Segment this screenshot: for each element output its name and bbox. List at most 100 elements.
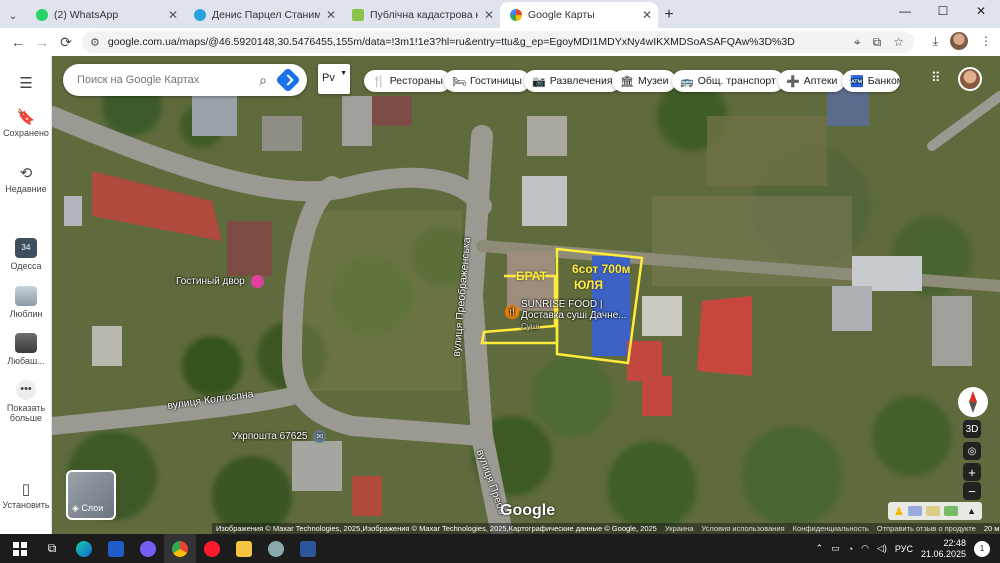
word-icon[interactable] bbox=[292, 534, 324, 563]
close-tab-icon[interactable]: ✕ bbox=[642, 8, 652, 22]
chip-entertainment[interactable]: 📷 Развлечения bbox=[524, 70, 621, 92]
system-tray: ⌃ ▭ ◔ ◠ ◁) РУС 22:48 21.06.2025 1 bbox=[816, 534, 990, 563]
mail-pin-icon: ✉ bbox=[313, 430, 327, 443]
download-icon[interactable]: ⤓ bbox=[933, 34, 938, 49]
location-icon[interactable]: ⌖ bbox=[854, 35, 861, 50]
back-icon[interactable]: ← bbox=[6, 34, 30, 50]
sidebar-item-more[interactable]: ••• Показать больше bbox=[0, 380, 52, 423]
opera-icon[interactable] bbox=[196, 534, 228, 563]
app-icon[interactable] bbox=[260, 534, 292, 563]
chip-hotels[interactable]: 🛏 Гостиницы bbox=[444, 70, 530, 92]
network-icon[interactable]: ◔ bbox=[848, 544, 853, 554]
star-icon[interactable]: ☆ bbox=[893, 35, 904, 50]
zoom-in-button[interactable]: + bbox=[963, 463, 981, 481]
maximize-icon[interactable]: ☐ bbox=[924, 4, 962, 18]
sidebar-item-lyubash[interactable]: Любаш... bbox=[0, 333, 52, 366]
store-icon[interactable] bbox=[100, 534, 132, 563]
layers-button[interactable]: ◈ Слои bbox=[66, 470, 116, 520]
directions-icon[interactable] bbox=[275, 67, 301, 93]
plot-label-size: 6сот 700м bbox=[572, 262, 631, 276]
tab-search-icon[interactable]: ⌄ bbox=[0, 4, 26, 28]
toolbar-right: ⤓ ⋮ bbox=[933, 32, 992, 50]
imagery-credit: Изображения © Maxar Technologies, 2025,И… bbox=[216, 524, 657, 533]
cadastre-icon bbox=[352, 9, 364, 21]
task-view-icon[interactable]: ⧉ bbox=[36, 534, 68, 563]
volume-icon[interactable]: ◁) bbox=[877, 543, 887, 554]
tab-telegram[interactable]: Денис Парцел Станимак ✕ bbox=[184, 2, 342, 28]
terrain-thumb[interactable] bbox=[907, 506, 922, 516]
chip-restaurants[interactable]: 🍴 Рестораны bbox=[364, 70, 451, 92]
new-tab-icon[interactable]: + bbox=[658, 2, 680, 28]
scale-bar[interactable]: 20 м bbox=[984, 524, 1000, 533]
notifications-icon[interactable]: 1 bbox=[974, 540, 990, 557]
tab-whatsapp[interactable]: (2) WhatsApp ✕ bbox=[26, 2, 184, 28]
start-button[interactable] bbox=[4, 534, 36, 563]
sidebar-item-saved[interactable]: 🔖 Сохранено bbox=[0, 108, 52, 138]
pegman-icon[interactable]: ♟ bbox=[894, 505, 904, 518]
battery-icon[interactable]: ▭ bbox=[831, 543, 840, 554]
poi-gostinyi-dvor[interactable]: Гостиный двор bbox=[176, 275, 264, 288]
biking-thumb[interactable] bbox=[943, 506, 958, 516]
privacy-link[interactable]: Конфиденциальность bbox=[793, 524, 869, 533]
close-tab-icon[interactable]: ✕ bbox=[168, 8, 178, 22]
file-explorer-icon[interactable] bbox=[228, 534, 260, 563]
chip-transit[interactable]: 🚌 Общ. транспорт bbox=[672, 70, 784, 92]
wifi-icon[interactable]: ◠ bbox=[861, 543, 869, 554]
compass-icon[interactable] bbox=[958, 387, 988, 417]
site-info-icon[interactable]: ⚙ bbox=[90, 36, 100, 49]
language-selector[interactable]: Рv ▼ bbox=[318, 64, 350, 94]
expand-up-icon[interactable]: ▲ bbox=[967, 506, 976, 516]
tab-cadastre[interactable]: Публічна кадастрова карта Украї ✕ bbox=[342, 2, 500, 28]
sidebar-item-lublin[interactable]: Люблин bbox=[0, 286, 52, 319]
chip-pharmacies[interactable]: ➕ Аптеки bbox=[778, 70, 846, 92]
poi-label-line3: Суші bbox=[521, 322, 539, 331]
my-location-icon[interactable]: ◎ bbox=[963, 442, 981, 460]
kebab-menu-icon[interactable]: ⋮ bbox=[980, 34, 992, 48]
search-input[interactable] bbox=[77, 74, 237, 86]
sidebar-item-recent[interactable]: ⟲ Недавние bbox=[0, 164, 52, 194]
input-language[interactable]: РУС bbox=[895, 544, 913, 554]
close-window-icon[interactable]: ✕ bbox=[962, 4, 1000, 18]
minimize-icon[interactable]: — bbox=[886, 4, 924, 18]
edge-icon[interactable] bbox=[68, 534, 100, 563]
account-avatar[interactable] bbox=[958, 67, 982, 91]
sidebar-item-install[interactable]: ▯ Установить bbox=[0, 480, 52, 510]
chip-label: Музеи bbox=[637, 75, 669, 87]
clock[interactable]: 22:48 21.06.2025 bbox=[921, 538, 966, 560]
show-hidden-icons[interactable]: ⌃ bbox=[816, 543, 824, 554]
3d-toggle-button[interactable]: 3D bbox=[963, 420, 981, 438]
address-bar[interactable]: ⚙ google.com.ua/maps/@46.5920148,30.5476… bbox=[82, 31, 914, 53]
forward-icon[interactable]: → bbox=[30, 34, 54, 50]
atm-icon: 🏧 bbox=[850, 75, 864, 88]
reload-icon[interactable]: ⟳ bbox=[54, 34, 78, 51]
menu-icon[interactable]: ☰ bbox=[0, 74, 52, 94]
map-type-strip[interactable]: ♟ ▲ bbox=[888, 502, 982, 520]
search-box: ⌕ bbox=[63, 64, 307, 96]
chip-atms[interactable]: 🏧Банкома bbox=[842, 70, 900, 92]
apps-grid-icon[interactable]: ⠿ bbox=[931, 70, 941, 86]
install-app-icon[interactable]: ⧉ bbox=[873, 35, 882, 50]
tab-google-maps[interactable]: Google Карты ✕ bbox=[500, 2, 658, 28]
feedback-link[interactable]: Отправить отзыв о продукте bbox=[877, 524, 976, 533]
chrome-icon[interactable] bbox=[164, 534, 196, 563]
poi-sunrise-food[interactable]: 🍴 SUNRISE FOOD | Доставка суші Дачне... … bbox=[505, 299, 627, 332]
close-tab-icon[interactable]: ✕ bbox=[484, 8, 494, 22]
pharmacy-icon: ➕ bbox=[786, 75, 800, 88]
sidebar-item-label: Показать больше bbox=[6, 403, 46, 423]
close-tab-icon[interactable]: ✕ bbox=[326, 8, 336, 22]
museum-icon: 🏛 bbox=[620, 75, 634, 88]
poi-label: Гостиный двор bbox=[176, 276, 245, 288]
country-label[interactable]: Украина bbox=[665, 524, 694, 533]
tab-title: (2) WhatsApp bbox=[54, 9, 119, 21]
terms-link[interactable]: Условия использования bbox=[701, 524, 784, 533]
poi-ukrposhta[interactable]: Укрпошта 67625 ✉ bbox=[232, 430, 327, 443]
zoom-out-button[interactable]: − bbox=[963, 482, 981, 500]
traffic-thumb[interactable] bbox=[925, 506, 940, 516]
sidebar-item-odessa[interactable]: 34 Одесса bbox=[0, 238, 52, 271]
viber-icon[interactable] bbox=[132, 534, 164, 563]
profile-avatar[interactable] bbox=[950, 32, 968, 50]
chip-museums[interactable]: 🏛 Музеи bbox=[612, 70, 677, 92]
sidebar-item-label: Недавние bbox=[5, 184, 47, 194]
satellite-map[interactable]: вулиця Преображенська вулиця Колгоспна в… bbox=[52, 56, 1000, 534]
search-icon[interactable]: ⌕ bbox=[259, 72, 267, 89]
